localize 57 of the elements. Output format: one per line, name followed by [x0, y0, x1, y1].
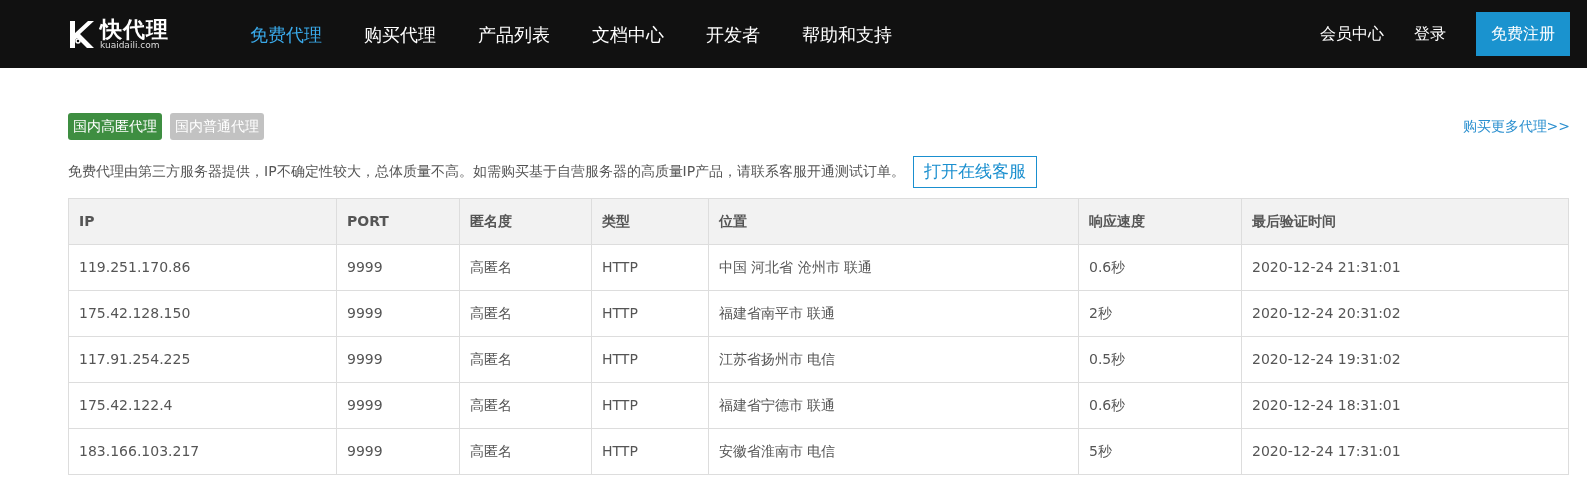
nav-link[interactable]: 免费代理 [229, 20, 343, 48]
column-header: 响应速度 [1078, 198, 1242, 244]
nav-link[interactable]: 购买代理 [343, 20, 457, 48]
header-link[interactable]: 登录 [1414, 22, 1446, 46]
table-cell: 175.42.122.4 [68, 382, 337, 428]
table-cell: 高匿名 [459, 244, 592, 290]
nav-link[interactable]: 帮助和支持 [781, 20, 913, 48]
table-cell: 9999 [336, 336, 460, 382]
table-cell: 119.251.170.86 [68, 244, 337, 290]
table-cell: HTTP [591, 382, 709, 428]
table-cell: 183.166.103.217 [68, 428, 337, 474]
table-cell: 2020-12-24 19:31:02 [1241, 336, 1569, 382]
table-cell: 江苏省扬州市 电信 [708, 336, 1079, 382]
table-cell: 0.5秒 [1078, 336, 1242, 382]
logo-domain: kuaidaili.com [100, 40, 160, 50]
table-cell: 2020-12-24 18:31:01 [1241, 382, 1569, 428]
table-cell: HTTP [591, 336, 709, 382]
table-cell: 2020-12-24 21:31:01 [1241, 244, 1569, 290]
table-cell: 高匿名 [459, 428, 592, 474]
table-cell: 2020-12-24 17:31:01 [1241, 428, 1569, 474]
table-cell: HTTP [591, 290, 709, 336]
online-service-button[interactable]: 打开在线客服 [913, 156, 1038, 188]
nav-link[interactable]: 文档中心 [571, 20, 685, 48]
column-header: 匿名度 [459, 198, 592, 244]
column-header: PORT [336, 198, 460, 244]
table-cell: 中国 河北省 沧州市 联通 [708, 244, 1079, 290]
table-cell: 福建省南平市 联通 [708, 290, 1079, 336]
table-cell: 117.91.254.225 [68, 336, 337, 382]
table-cell: 安徽省淮南市 电信 [708, 428, 1079, 474]
table-cell: 2秒 [1078, 290, 1242, 336]
table-cell: 9999 [336, 290, 460, 336]
table-cell: 高匿名 [459, 382, 592, 428]
table-cell: HTTP [591, 244, 709, 290]
logo-icon [68, 19, 96, 49]
table-cell: 高匿名 [459, 290, 592, 336]
table-cell: 9999 [336, 244, 460, 290]
table-cell: 高匿名 [459, 336, 592, 382]
table-cell: 175.42.128.150 [68, 290, 337, 336]
nav-link[interactable]: 开发者 [685, 20, 781, 48]
logo-text: 快代理 [100, 18, 169, 41]
table-cell: 0.6秒 [1078, 382, 1242, 428]
proxy-tab[interactable]: 国内高匿代理 [68, 113, 162, 140]
table-cell: 0.6秒 [1078, 244, 1242, 290]
table-cell: 9999 [336, 428, 460, 474]
buy-more-link[interactable]: 购买更多代理>> [1462, 116, 1570, 137]
table-cell: 5秒 [1078, 428, 1242, 474]
column-header: 位置 [708, 198, 1079, 244]
column-header: 最后验证时间 [1241, 198, 1569, 244]
column-header: IP [68, 198, 337, 244]
header-link[interactable]: 会员中心 [1320, 22, 1384, 46]
notice-text: 免费代理由第三方服务器提供，IP不确定性较大，总体质量不高。如需购买基于自营服务器的高质量IP产品，请联系客服开通测试订单。 [68, 162, 906, 182]
table-cell: HTTP [591, 428, 709, 474]
table-cell: 9999 [336, 382, 460, 428]
table-cell: 2020-12-24 20:31:02 [1241, 290, 1569, 336]
nav-link[interactable]: 产品列表 [457, 20, 571, 48]
table-cell: 福建省宁德市 联通 [708, 382, 1079, 428]
column-header: 类型 [591, 198, 709, 244]
